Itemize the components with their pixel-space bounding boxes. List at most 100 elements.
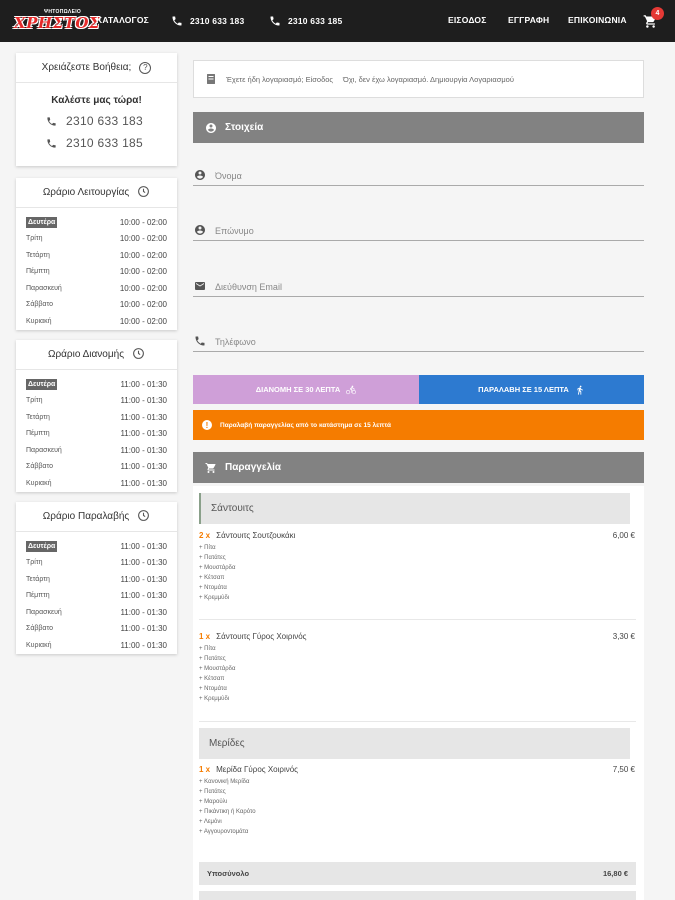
nav-register[interactable]: ΕΓΓΡΑΦΗ	[508, 15, 549, 25]
details-section-header: Στοιχεία	[193, 112, 644, 143]
nav-register-label: ΕΓΓΡΑΦΗ	[508, 15, 550, 25]
order-section-header: Παραγγελία	[193, 452, 644, 483]
order-item[interactable]: 1 x Μερίδα Γύρος Χοιρινός 7,50 € + Κανονι…	[199, 765, 639, 837]
nav-login-label: ΕΙΣΟΔΟΣ	[448, 15, 487, 25]
schedule-hours: 10:00 - 02:00	[119, 316, 167, 326]
details-section-title: Στοιχεία	[225, 122, 264, 133]
order-item-price: 3,30 €	[612, 632, 635, 641]
email-icon	[195, 282, 205, 290]
schedule-row: Τρίτη 10:00 - 02:00	[26, 231, 167, 248]
schedule-day: Τετάρτη	[26, 413, 50, 421]
delivery-hours-header: Ωράριο Διανομής	[16, 340, 177, 370]
delivery-hours-list: Δευτέρα 11:00 - 01:30 Τρίτη 11:00 - 01:30 …	[16, 370, 177, 492]
order-item-extra: + Πίτα	[199, 646, 216, 652]
pickup-hours-title: Ωράριο Παραλαβής	[42, 511, 130, 522]
cart-button[interactable]: 4	[643, 7, 664, 30]
order-category-name: Μερίδες	[209, 738, 245, 749]
schedule-row: Κυριακή 11:00 - 01:30	[26, 637, 167, 654]
order-item-extra: + Πατάτες	[199, 789, 226, 795]
create-account-link[interactable]: Όχι, δεν έχω λογαριασμό. Δημιουργία Λογα…	[343, 75, 514, 84]
schedule-day: Πέμπτη	[26, 430, 50, 438]
help-card-header: Χρειάζεστε Βοήθεια; ?	[16, 53, 177, 83]
schedule-hours: 10:00 - 02:00	[119, 267, 167, 277]
schedule-hours: 11:00 - 01:30	[120, 640, 167, 650]
last-name-input[interactable]	[215, 226, 615, 240]
schedule-hours: 11:00 - 01:30	[120, 396, 167, 406]
nav-login[interactable]: ΕΙΣΟΔΟΣ	[448, 15, 487, 25]
walk-icon	[577, 385, 583, 395]
phone-input[interactable]	[215, 337, 615, 351]
order-item-extra: + Λεμόνι	[199, 819, 222, 825]
order-item-extra: + Πίτα	[199, 545, 216, 551]
pickup-mode-button[interactable]: ΠΑΡΑΛΑΒΗ ΣΕ 15 ΛΕΠΤΑ	[419, 375, 644, 404]
schedule-day: Τρίτη	[26, 559, 43, 567]
pickup-alert-text: Παραλαβή παραγγελίας από το κατάστημα σε…	[220, 421, 391, 429]
order-item-extra: + Πικάντικη ή Καρότο	[199, 809, 256, 815]
question-icon: ?	[139, 61, 152, 74]
order-item-extras: + Κανονική Μερίδα + Πατάτες + Μαρούλι + …	[199, 777, 639, 837]
delivery-mode-button[interactable]: ΔΙΑΝΟΜΗ ΣΕ 30 ΛΕΠΤΑ	[193, 375, 419, 404]
nav-contact[interactable]: ΕΠΙΚΟΙΝΩΝΙΑ	[568, 15, 627, 25]
phone-field[interactable]	[193, 332, 644, 352]
email-input[interactable]	[215, 282, 615, 296]
pickup-alert: ! Παραλαβή παραγγελίας από το κατάστημα …	[193, 410, 644, 440]
nav-phone-1[interactable]: 2310 633 183	[171, 15, 244, 27]
first-name-field[interactable]	[193, 166, 644, 186]
order-item-extra: + Κανονική Μερίδα	[199, 779, 250, 785]
schedule-day: Κυριακή	[26, 641, 52, 649]
schedule-hours: 11:00 - 01:30	[120, 558, 167, 568]
nav-phone-1-label: 2310 633 183	[190, 16, 245, 26]
help-phone-2[interactable]: 2310 633 185	[16, 136, 177, 150]
help-phone-2-label: 2310 633 185	[66, 136, 144, 150]
logo-title: ΧΡΗΣΤΟΣ	[14, 14, 101, 32]
email-field[interactable]	[193, 277, 644, 297]
schedule-hours: 11:00 - 01:30	[120, 445, 167, 455]
account-circle-icon	[195, 225, 205, 235]
help-phone-1[interactable]: 2310 633 183	[16, 114, 177, 128]
phone-icon	[47, 116, 56, 126]
nav-catalog[interactable]: ΚΑΤΑΛΟΓΟΣ	[96, 15, 149, 25]
order-next-row	[199, 891, 636, 900]
schedule-hours: 11:00 - 01:30	[120, 591, 167, 601]
order-item-line: 2 x Σάντουιτς Σουτζουκάκι 6,00 €	[199, 531, 639, 540]
schedule-row: Τετάρτη 10:00 - 02:00	[26, 247, 167, 264]
last-name-field[interactable]	[193, 221, 644, 241]
order-divider	[199, 619, 636, 620]
schedule-row: Σάββατο 11:00 - 01:30	[26, 621, 167, 638]
pickup-mode-label: ΠΑΡΑΛΑΒΗ ΣΕ 15 ΛΕΠΤΑ	[478, 385, 569, 394]
nav-phone-2[interactable]: 2310 633 185	[269, 15, 342, 27]
help-card: Χρειάζεστε Βοήθεια; ? Καλέστε μας τώρα! …	[16, 53, 177, 166]
order-item[interactable]: 2 x Σάντουιτς Σουτζουκάκι 6,00 € + Πίτα +…	[199, 531, 639, 603]
phone-icon	[195, 336, 205, 346]
order-category-header: Σάντουιτς	[199, 493, 630, 524]
help-card-title: Χρειάζεστε Βοήθεια;	[41, 62, 132, 73]
bike-icon	[346, 385, 357, 394]
alert-icon: !	[202, 420, 212, 430]
help-phone-1-label: 2310 633 183	[66, 114, 144, 128]
top-navbar: ΨΗΤΟΠΩΛΕΙΟ ΧΡΗΣΤΟΣ ΚΑΤΑΛΟΓΟΣ 2310 633 18…	[0, 0, 675, 42]
schedule-row: Δευτέρα 11:00 - 01:30	[26, 376, 167, 393]
order-item-qty: 1 x	[199, 632, 211, 641]
schedule-hours: 11:00 - 01:30	[120, 429, 167, 439]
clock-icon	[137, 509, 150, 525]
order-summary: Σάντουιτς 2 x Σάντουιτς Σουτζουκάκι 6,00 …	[193, 486, 644, 900]
order-item-price: 7,50 €	[612, 765, 635, 774]
schedule-row: Τετάρτη 11:00 - 01:30	[26, 571, 167, 588]
schedule-row: Τετάρτη 11:00 - 01:30	[26, 409, 167, 426]
order-item-extra: + Κρεμμύδι	[199, 696, 230, 702]
order-item-qty: 2 x	[199, 531, 211, 540]
nav-contact-label: ΕΠΙΚΟΙΝΩΝΙΑ	[568, 15, 627, 25]
phone-icon	[172, 16, 182, 26]
schedule-hours: 10:00 - 02:00	[119, 300, 167, 310]
schedule-row: Παρασκευή 10:00 - 02:00	[26, 280, 167, 297]
order-item[interactable]: 1 x Σάντουιτς Γύρος Χοιρινός 3,30 € + Πίτ…	[199, 632, 639, 704]
schedule-day: Τρίτη	[26, 235, 43, 243]
schedule-row: Τρίτη 11:00 - 01:30	[26, 393, 167, 410]
order-divider	[199, 721, 636, 722]
order-item-extra: + Πατάτες	[199, 555, 226, 561]
first-name-input[interactable]	[215, 171, 615, 185]
order-item-extra: + Μουστάρδα	[199, 565, 236, 571]
phone-icon	[47, 138, 56, 148]
logo[interactable]: ΨΗΤΟΠΩΛΕΙΟ ΧΡΗΣΤΟΣ	[14, 9, 100, 33]
existing-account-link[interactable]: Έχετε ήδη λογαριασμό; Είσοδος	[226, 75, 333, 84]
